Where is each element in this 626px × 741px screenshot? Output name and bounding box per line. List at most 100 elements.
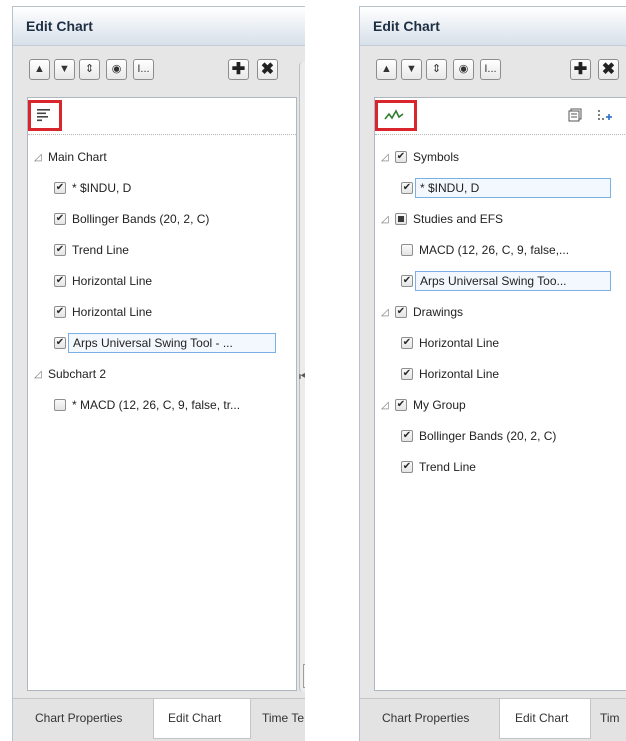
collapse-left-icon[interactable]: ⏮ <box>299 369 305 384</box>
tree-item-label: Horizontal Line <box>419 336 500 350</box>
visibility-button[interactable]: ◉ <box>106 59 127 80</box>
arrow-down-icon: ▼ <box>59 63 70 75</box>
checkbox[interactable]: ✔ <box>401 461 413 473</box>
tab-time-template[interactable]: Tim <box>600 699 620 737</box>
expand-triangle-icon[interactable]: ◿ <box>381 152 395 163</box>
tree-item[interactable]: ✔ Bollinger Bands (20, 2, C) <box>401 425 556 447</box>
group-drawings[interactable]: ◿ ✔ Drawings <box>381 301 463 323</box>
group-studies-efs[interactable]: ◿ Studies and EFS <box>381 208 503 230</box>
checkbox[interactable] <box>54 399 66 411</box>
checkbox[interactable]: ✔ <box>54 213 66 225</box>
tree-item-label: Horizontal Line <box>419 367 500 381</box>
tree-item[interactable]: ✔ Horizontal Line <box>401 363 499 385</box>
checkbox[interactable]: ✔ <box>54 275 66 287</box>
chart-tree: ◿ Main Chart ✔ * $INDU, D ✔ Bollinger Ba… <box>27 97 297 691</box>
tab-chart-properties[interactable]: Chart Properties <box>382 699 469 737</box>
strip-button[interactable] <box>303 664 305 688</box>
tree-item-label: Trend Line <box>419 460 476 474</box>
remove-button[interactable]: ✖ <box>257 59 278 80</box>
group-subchart-2[interactable]: ◿ Subchart 2 <box>34 363 106 385</box>
close-icon: ✖ <box>601 60 616 78</box>
tree-item-selected[interactable]: ✔ Arps Universal Swing Too... <box>401 270 611 292</box>
group-main-chart[interactable]: ◿ Main Chart <box>34 146 107 168</box>
edit-chart-panel-left: Edit Chart ▲ ▼ ⇕ ◉ I... ✚ ✖ ◿ Main Chart… <box>12 6 305 741</box>
move-down-button[interactable]: ▼ <box>54 59 75 80</box>
tree-item-label: Trend Line <box>72 243 129 257</box>
tree-item[interactable]: ✔ Horizontal Line <box>401 332 499 354</box>
tree-item[interactable]: ✔ Bollinger Bands (20, 2, C) <box>54 208 209 230</box>
add-button[interactable]: ✚ <box>570 59 591 80</box>
move-up-down-button[interactable]: ⇕ <box>426 59 447 80</box>
group-my-group[interactable]: ◿ ✔ My Group <box>381 394 466 416</box>
group-label: Main Chart <box>48 150 107 164</box>
tree-header <box>28 98 296 135</box>
tab-edit-chart[interactable]: Edit Chart <box>153 699 251 739</box>
tree-item[interactable]: ✔ Horizontal Line <box>54 270 152 292</box>
eye-icon: ◉ <box>111 63 122 75</box>
tree-item-label: Horizontal Line <box>72 274 153 288</box>
tab-edit-chart[interactable]: Edit Chart <box>499 699 591 739</box>
tree-item-selected[interactable]: ✔ * $INDU, D <box>401 177 611 199</box>
chart-line-icon[interactable] <box>384 109 404 121</box>
expand-triangle-icon[interactable]: ◿ <box>381 307 395 318</box>
checkbox[interactable]: ✔ <box>401 182 413 194</box>
toolbar: ▲ ▼ ⇕ ◉ I... ✚ ✖ <box>13 59 305 85</box>
up-down-arrows-icon: ⇕ <box>431 63 442 75</box>
checkbox[interactable] <box>401 244 413 256</box>
tree-item-selected[interactable]: ✔ Arps Universal Swing Tool - ... <box>54 332 276 354</box>
checkbox[interactable]: ✔ <box>395 306 407 318</box>
checkbox[interactable]: ✔ <box>54 306 66 318</box>
checkbox[interactable]: ✔ <box>401 368 413 380</box>
add-group-icon[interactable] <box>597 108 613 122</box>
bottom-tabbar: Chart Properties Edit Chart Tim <box>360 698 626 741</box>
checkbox[interactable]: ✔ <box>401 337 413 349</box>
tab-time-template[interactable]: Time Te <box>262 699 304 737</box>
rename-button[interactable]: I... <box>480 59 501 80</box>
tree-item[interactable]: ✔ Trend Line <box>54 239 129 261</box>
tree-item[interactable]: ✔ * $INDU, D <box>54 177 131 199</box>
remove-button[interactable]: ✖ <box>598 59 619 80</box>
copy-group-icon[interactable] <box>568 108 582 122</box>
expand-triangle-icon[interactable]: ◿ <box>381 400 395 411</box>
panel-titlebar: Edit Chart <box>13 7 305 46</box>
move-up-button[interactable]: ▲ <box>376 59 397 80</box>
tree-item-label: Arps Universal Swing Too... <box>415 271 611 291</box>
tab-chart-properties[interactable]: Chart Properties <box>35 699 122 737</box>
rename-icon: I... <box>484 63 497 75</box>
checkbox[interactable]: ✔ <box>54 244 66 256</box>
checkbox[interactable]: ✔ <box>395 151 407 163</box>
checkbox[interactable]: ✔ <box>401 430 413 442</box>
tree-item-label: * $INDU, D <box>415 178 611 198</box>
move-up-button[interactable]: ▲ <box>29 59 50 80</box>
tree-item[interactable]: ✔ Trend Line <box>401 456 476 478</box>
rename-button[interactable]: I... <box>133 59 154 80</box>
checkbox[interactable]: ✔ <box>395 399 407 411</box>
add-button[interactable]: ✚ <box>228 59 249 80</box>
checkbox[interactable]: ✔ <box>54 337 66 349</box>
bottom-tabbar: Chart Properties Edit Chart Time Te <box>13 698 305 741</box>
tree-item-label: Horizontal Line <box>72 305 153 319</box>
plus-icon: ✚ <box>573 60 588 78</box>
group-label: Symbols <box>413 150 460 164</box>
checkbox-partial[interactable] <box>395 213 407 225</box>
visibility-button[interactable]: ◉ <box>453 59 474 80</box>
expand-triangle-icon[interactable]: ◿ <box>34 152 48 163</box>
group-label: Subchart 2 <box>48 367 107 381</box>
up-down-arrows-icon: ⇕ <box>84 63 95 75</box>
group-symbols[interactable]: ◿ ✔ Symbols <box>381 146 459 168</box>
checkbox[interactable]: ✔ <box>401 275 413 287</box>
move-down-button[interactable]: ▼ <box>401 59 422 80</box>
checkbox[interactable]: ✔ <box>54 182 66 194</box>
group-label: My Group <box>413 398 466 412</box>
expand-triangle-icon[interactable]: ◿ <box>381 214 395 225</box>
tree-item-label: Bollinger Bands (20, 2, C) <box>419 429 557 443</box>
tree-item[interactable]: MACD (12, 26, C, 9, false,... <box>401 239 569 261</box>
tree-item[interactable]: ✔ Horizontal Line <box>54 301 152 323</box>
expand-triangle-icon[interactable]: ◿ <box>34 369 48 380</box>
tree-item[interactable]: * MACD (12, 26, C, 9, false, tr... <box>54 394 240 416</box>
move-up-down-button[interactable]: ⇕ <box>79 59 100 80</box>
tree-item-label: Arps Universal Swing Tool - ... <box>68 333 276 353</box>
list-view-icon[interactable] <box>36 108 52 122</box>
panel-title: Edit Chart <box>373 18 440 34</box>
tree-item-label: Bollinger Bands (20, 2, C) <box>72 212 210 226</box>
